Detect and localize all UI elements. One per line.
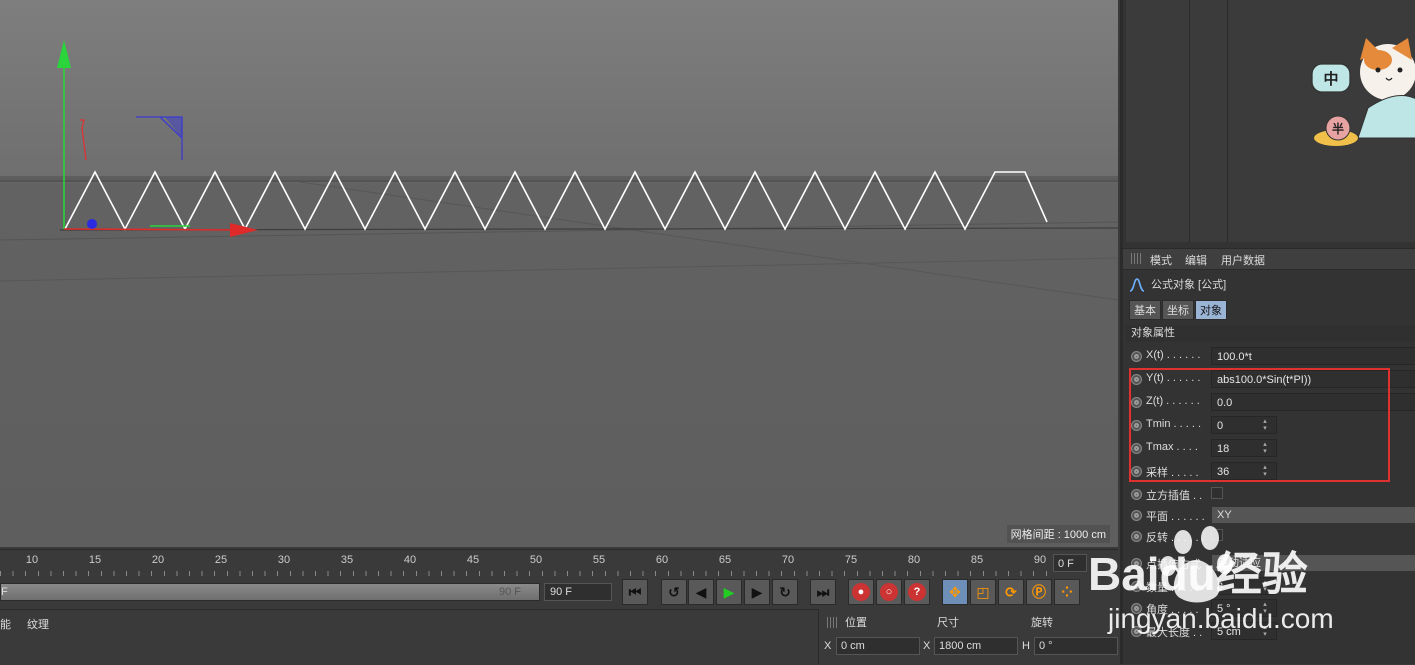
move-icon[interactable]: ✥ (942, 579, 968, 605)
record-icon[interactable]: ● (848, 579, 874, 605)
tick-label: 40 (403, 554, 417, 566)
coordinates-panel: 位置 尺寸 旋转 X 0 cm X 1800 cm H 0 ° (818, 609, 1119, 664)
baidu-watermark: Baidu经验 jingyan.baidu.com (1088, 526, 1334, 634)
menu-texture[interactable]: 纹理 (27, 616, 49, 632)
object-title-label: 公式对象 [公式] (1151, 279, 1227, 291)
watermark-url: jingyan.baidu.com (1107, 603, 1334, 634)
prev-key-icon[interactable]: ↺ (661, 579, 687, 605)
tick-label: 25 (214, 554, 228, 566)
attributes-menubar: 模式 编辑 用户数据 (1123, 248, 1415, 270)
object-title: 公式对象 [公式] (1129, 276, 1226, 294)
tab-basic[interactable]: 基本 (1129, 300, 1161, 320)
go-start-icon[interactable]: ⏮ (622, 579, 648, 605)
ruler-ticks (0, 571, 1050, 576)
tick-label: 20 (151, 554, 165, 566)
tick-label: 35 (340, 554, 354, 566)
tick-label: 75 (844, 554, 858, 566)
next-key-icon[interactable]: ↻ (772, 579, 798, 605)
tick-label: 45 (466, 554, 480, 566)
param-label: X(t) . . . . . . (1146, 349, 1201, 361)
size-x-field[interactable]: 1800 cm (934, 637, 1018, 655)
end-frame-field[interactable]: 90 F (544, 583, 612, 601)
tick-label: 55 (592, 554, 606, 566)
next-frame-icon[interactable]: ▶ (744, 579, 770, 605)
param-label: 立方插值 . . (1146, 490, 1203, 502)
prev-frame-icon[interactable]: ◀ (688, 579, 714, 605)
highlight-annotation-box (1129, 368, 1390, 482)
tick-label: 90 (1033, 554, 1047, 566)
section-title: 对象属性 (1126, 325, 1415, 342)
formula-object-icon (1129, 278, 1145, 292)
axis-label: X (923, 640, 931, 652)
axis-label: H (1022, 640, 1030, 652)
header-size: 尺寸 (937, 617, 959, 629)
tick-label: 80 (907, 554, 921, 566)
tick-label: 30 (277, 554, 291, 566)
tick-label: 10 (25, 554, 39, 566)
svg-text:中: 中 (1323, 70, 1338, 88)
watermark-brand: Baidu经验 (1088, 548, 1308, 600)
scale-icon[interactable]: ◰ (970, 579, 996, 605)
header-position: 位置 (845, 617, 867, 629)
param-row-xt: X(t) . . . . . . 100.0*t (1126, 346, 1415, 368)
attribute-tabs: 基本 坐标 对象 (1129, 300, 1228, 320)
object-manager[interactable]: 中 半 (1126, 0, 1415, 242)
tick-label: 65 (718, 554, 732, 566)
range-end-label: 90 F (498, 586, 521, 598)
svg-text:半: 半 (1332, 121, 1344, 136)
mascot-sticker: 中 半 (1311, 38, 1415, 146)
menu-mode[interactable]: 模式 (1150, 252, 1172, 268)
tick-label: 85 (970, 554, 984, 566)
tick-label: 15 (88, 554, 102, 566)
menu-userdata[interactable]: 用户数据 (1221, 252, 1265, 268)
tick-label: 50 (529, 554, 543, 566)
grip-icon[interactable] (1131, 253, 1143, 264)
param-row-cubic: 立方插值 . . (1126, 484, 1415, 506)
3d-viewport[interactable]: 网格间距 : 1000 cm (0, 0, 1118, 547)
frame-range-slider[interactable]: F 90 F (0, 583, 540, 601)
anim-radio-icon[interactable] (1131, 489, 1142, 500)
header-rotation: 旋转 (1031, 617, 1053, 629)
cubic-checkbox[interactable] (1211, 487, 1223, 499)
grip-icon[interactable] (827, 617, 839, 628)
go-end-icon[interactable]: ⏭ (810, 579, 836, 605)
rotate-icon[interactable]: ⟳ (998, 579, 1024, 605)
position-x-field[interactable]: 0 cm (836, 637, 920, 655)
tab-coord[interactable]: 坐标 (1162, 300, 1194, 320)
dots-icon[interactable]: ⁘ (1054, 579, 1080, 605)
play-icon[interactable]: ▶ (716, 579, 742, 605)
current-frame-field[interactable]: 0 F (1053, 554, 1087, 572)
anim-radio-icon[interactable] (1131, 351, 1142, 362)
menu-edit[interactable]: 编辑 (1185, 252, 1207, 268)
xt-input[interactable]: 100.0*t (1211, 347, 1415, 365)
range-start-label: F (1, 586, 8, 598)
tick-label: 60 (655, 554, 669, 566)
keyframe-help-icon[interactable]: ? (904, 579, 930, 605)
tick-label: 70 (781, 554, 795, 566)
param-icon[interactable]: Ⓟ (1026, 579, 1052, 605)
menu-function[interactable]: 能 (0, 616, 11, 632)
timeline-ruler[interactable]: 10 15 20 25 30 35 40 45 50 55 60 65 70 7… (0, 549, 1118, 578)
autokey-icon[interactable]: ○ (876, 579, 902, 605)
tab-object[interactable]: 对象 (1195, 300, 1227, 320)
axis-label: X (824, 640, 832, 652)
viewport-scene (0, 40, 1118, 301)
